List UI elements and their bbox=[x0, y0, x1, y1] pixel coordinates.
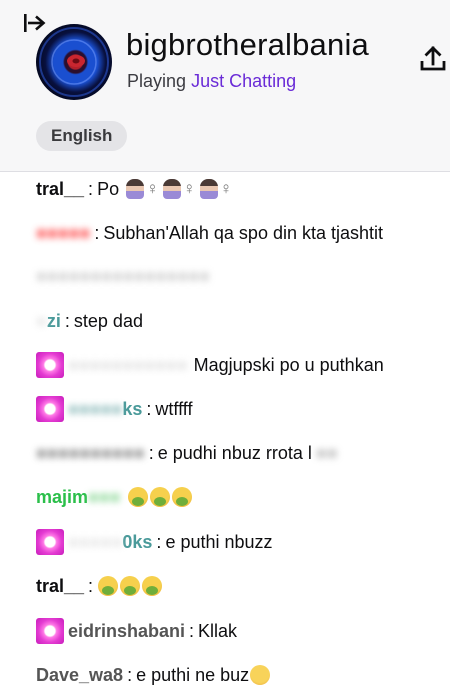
chat-username[interactable]: tral__ bbox=[36, 179, 84, 200]
game-link[interactable]: Just Chatting bbox=[191, 71, 296, 91]
nauseated-face-emoji bbox=[149, 487, 170, 507]
chat-text: Kllak bbox=[198, 620, 238, 641]
nauseated-face-emoji bbox=[127, 487, 148, 507]
username-redacted-part: ■■■ bbox=[88, 486, 121, 507]
language-tag[interactable]: English bbox=[36, 121, 128, 151]
colon-separator: : bbox=[88, 575, 94, 596]
username-redacted-part: ■■■■■ bbox=[68, 398, 123, 419]
emoji-group: ♀ ♀ ♀ bbox=[125, 179, 235, 199]
chat-text: Subhan'Allah qa spo din kta tjashtit bbox=[103, 222, 384, 243]
chat-username-redacted[interactable]: ■■■■■■■■■■■■■■■■ bbox=[36, 266, 210, 287]
chat-message: majim ■■■ bbox=[36, 482, 193, 512]
female-sign-icon: ♀ bbox=[146, 179, 159, 198]
woman-gesturing-emoji bbox=[199, 179, 218, 199]
colon-separator: : bbox=[146, 398, 152, 419]
chat-text: Po bbox=[97, 178, 120, 199]
woman-gesturing-emoji bbox=[162, 179, 181, 199]
colon-separator: : bbox=[148, 442, 154, 463]
female-sign-icon: ♀ bbox=[182, 179, 196, 198]
subscriber-badge-icon[interactable] bbox=[36, 352, 64, 378]
chat-username[interactable]: zi bbox=[47, 311, 61, 332]
chat-message: ■■■■■■■■■■■ Magjupski po u puthkan bbox=[36, 350, 384, 380]
chat-message: ■ zi : step dad bbox=[36, 306, 143, 336]
chat-username-redacted[interactable]: ■■■■■■■■■■ bbox=[36, 443, 145, 464]
nauseated-face-emoji bbox=[142, 576, 163, 596]
colon-separator: : bbox=[127, 664, 133, 685]
chat-username[interactable]: Dave_wa8 bbox=[36, 665, 123, 686]
chat-message: ■■■■■■■■■■■■■■■■ bbox=[36, 261, 210, 291]
channel-name[interactable]: bigbrotheralbania bbox=[126, 27, 369, 63]
chat-message: ■■■■■ 0ks : e puthi nbuzz bbox=[36, 527, 273, 557]
colon-separator: : bbox=[189, 620, 195, 641]
chat-username[interactable]: eidrinshabani bbox=[68, 621, 185, 642]
nauseated-face-emoji bbox=[98, 576, 119, 596]
female-sign-icon: ♀ bbox=[219, 179, 233, 198]
playing-line: Playing Just Chatting bbox=[127, 70, 296, 92]
channel-header: bigbrotheralbania Playing Just Chatting … bbox=[0, 0, 450, 172]
chat-text: e puthi nbuzz bbox=[165, 531, 273, 552]
colon-separator: : bbox=[64, 310, 70, 331]
chat-message: ■■■■■ ks : wtffff bbox=[36, 394, 192, 424]
nauseated-face-emoji bbox=[171, 487, 192, 507]
username-redacted-part: ■ bbox=[36, 310, 47, 331]
chat-username-redacted[interactable]: ■■■■■ bbox=[36, 223, 90, 244]
text-redacted-part: ■■ bbox=[315, 442, 338, 463]
chat-message: tral__ : bbox=[36, 571, 163, 601]
chat-text: e pudhi nbuz rrota l bbox=[157, 442, 312, 463]
collapse-right-icon[interactable] bbox=[22, 12, 46, 34]
chat-text: Magjupski po u puthkan bbox=[193, 354, 384, 375]
username-redacted-part: ■■■■■ bbox=[68, 531, 123, 552]
chat-message: ■■■■■■■■■■ : e pudhi nbuz rrota l ■■ bbox=[36, 438, 338, 468]
subscriber-badge-icon[interactable] bbox=[36, 396, 64, 422]
chat-text: wtffff bbox=[155, 398, 193, 419]
chat-username[interactable]: majim bbox=[36, 487, 88, 508]
colon-separator: : bbox=[156, 531, 162, 552]
channel-avatar[interactable] bbox=[36, 24, 112, 100]
chat-message: ■■■■■ : Subhan'Allah qa spo din kta tjas… bbox=[36, 218, 383, 248]
chat-message: tral__ : Po ♀ ♀ ♀ bbox=[36, 174, 235, 204]
colon-separator: : bbox=[88, 178, 94, 199]
chat-text: step dad bbox=[73, 310, 143, 331]
chat-text: e puthi ne buz bbox=[136, 664, 250, 685]
woman-gesturing-emoji bbox=[126, 179, 145, 199]
chat-username[interactable]: tral__ bbox=[36, 576, 84, 597]
chat-username[interactable]: 0ks bbox=[122, 532, 152, 553]
chat-message: Dave_wa8 : e puthi ne buz bbox=[36, 660, 271, 690]
playing-prefix: Playing bbox=[127, 71, 187, 91]
chat-username[interactable]: ks bbox=[122, 399, 142, 420]
chat-list: tral__ : Po ♀ ♀ ♀ ■■■■■ : Subhan'Allah q… bbox=[0, 172, 450, 690]
share-upload-icon[interactable] bbox=[418, 44, 448, 74]
colon-separator: : bbox=[94, 222, 100, 243]
chat-username-redacted[interactable]: ■■■■■■■■■■■ bbox=[68, 355, 188, 376]
subscriber-badge-icon[interactable] bbox=[36, 529, 64, 555]
subscriber-badge-icon[interactable] bbox=[36, 618, 64, 644]
chat-message: eidrinshabani : Kllak bbox=[36, 616, 237, 646]
confused-face-emoji bbox=[250, 665, 271, 685]
nauseated-face-emoji bbox=[120, 576, 141, 596]
